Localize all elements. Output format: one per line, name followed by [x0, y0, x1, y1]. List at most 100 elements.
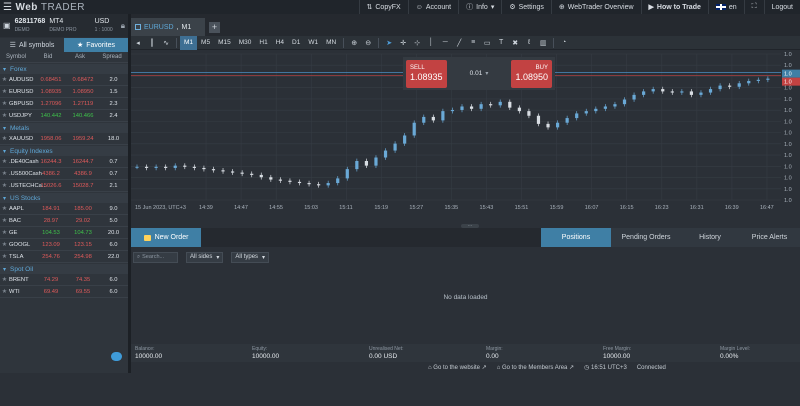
- symbol-group-header[interactable]: Forex: [0, 64, 128, 74]
- tab-price-alerts[interactable]: Price Alerts: [739, 228, 800, 247]
- line-chart-icon[interactable]: ∿: [159, 36, 173, 50]
- symbol-name: BRENT: [9, 277, 35, 283]
- channel-icon[interactable]: ≡: [466, 36, 480, 50]
- horizontal-line-icon[interactable]: ─: [438, 36, 452, 50]
- symbol-row[interactable]: ★GE104.53104.7320.0: [0, 227, 128, 239]
- favorite-star-icon[interactable]: ★: [0, 217, 9, 224]
- zoom-out-icon[interactable]: ⊖: [361, 36, 375, 50]
- symbol-row[interactable]: ★XAUUSD1958.061959.2418.0: [0, 133, 128, 145]
- candles-icon[interactable]: ┃: [145, 36, 159, 50]
- symbol-group-header[interactable]: Metals: [0, 123, 128, 133]
- sell-button[interactable]: SELL 1.08935: [406, 60, 447, 88]
- timeframe-m15[interactable]: M15: [214, 36, 235, 50]
- collapse-icon[interactable]: ◂: [131, 36, 145, 50]
- terminal-panel: ··· New Order Positions Pending Orders H…: [131, 227, 800, 373]
- vertical-line-icon[interactable]: │: [424, 36, 438, 50]
- chat-icon[interactable]: [111, 352, 122, 361]
- favorite-star-icon[interactable]: ★: [0, 170, 9, 177]
- overview-link[interactable]: ⊕WebTrader Overview: [551, 0, 641, 14]
- symbol-group-header[interactable]: Spot Oil: [0, 264, 128, 274]
- trendline-icon[interactable]: ╱: [452, 36, 466, 50]
- copyfx-link[interactable]: ⇅CopyFX: [359, 0, 408, 14]
- timeframe-h4[interactable]: H4: [272, 36, 288, 50]
- info-menu[interactable]: ⓘInfo▾: [458, 0, 501, 14]
- cursor-icon[interactable]: ➤: [382, 36, 396, 50]
- favorite-star-icon[interactable]: ★: [0, 205, 9, 212]
- symbol-group-header[interactable]: Equity Indexes: [0, 146, 128, 156]
- language-selector[interactable]: en: [708, 0, 744, 14]
- indicators-icon[interactable]: ℓ: [522, 36, 536, 50]
- tab-pending-orders[interactable]: Pending Orders: [611, 228, 681, 247]
- chart-tab-eurusd[interactable]: EURUSD, M1: [131, 18, 205, 36]
- col-symbol[interactable]: Symbol: [0, 54, 32, 60]
- col-ask[interactable]: Ask: [64, 54, 96, 60]
- favorite-star-icon[interactable]: ★: [0, 135, 9, 142]
- crosshair-icon[interactable]: ✛: [396, 36, 410, 50]
- account-label: Account: [426, 4, 451, 11]
- delete-objects-icon[interactable]: ✖: [508, 36, 522, 50]
- symbol-row[interactable]: ★AUDUSD0.684510.684722.0: [0, 74, 128, 86]
- logout-link[interactable]: Logout: [764, 0, 800, 14]
- text-icon[interactable]: T: [494, 36, 508, 50]
- symbol-row[interactable]: ★.USTECHCa...15026.615028.72.1: [0, 180, 128, 192]
- col-bid[interactable]: Bid: [32, 54, 64, 60]
- timeframe-w1[interactable]: W1: [304, 36, 322, 50]
- timeframe-d1[interactable]: D1: [288, 36, 304, 50]
- chart-props-icon[interactable]: ▥: [536, 36, 550, 50]
- symbol-row[interactable]: ★.DE40Cash16244.316244.70.7: [0, 156, 128, 168]
- tab-positions[interactable]: Positions: [541, 228, 611, 247]
- search-input[interactable]: ⌕Search...: [133, 252, 178, 263]
- symbol-row[interactable]: ★USDJPY140.442140.4662.4: [0, 110, 128, 122]
- favorite-star-icon[interactable]: ★: [0, 276, 9, 283]
- timeframe-h1[interactable]: H1: [255, 36, 271, 50]
- how-to-trade-link[interactable]: ▶How to Trade: [641, 0, 708, 14]
- symbol-row[interactable]: ★EURUSD1.089351.089501.5: [0, 86, 128, 98]
- symbol-row[interactable]: ★AAPL184.91185.009.0: [0, 203, 128, 215]
- tab-history[interactable]: History: [681, 228, 739, 247]
- rectangle-icon[interactable]: ▭: [480, 36, 494, 50]
- favorite-star-icon[interactable]: ★: [0, 253, 9, 260]
- favorite-star-icon[interactable]: ★: [0, 76, 9, 83]
- symbol-row[interactable]: ★BRENT74.2974.356.0: [0, 274, 128, 286]
- add-chart-button[interactable]: +: [209, 22, 220, 33]
- tab-all-symbols[interactable]: ☰All symbols: [0, 38, 64, 52]
- speedometer-icon[interactable]: ◔: [557, 36, 571, 50]
- types-filter[interactable]: All types▾: [231, 252, 269, 263]
- lock-icon[interactable]: 🔒︎: [121, 21, 125, 31]
- period-separator-icon[interactable]: ⊹: [410, 36, 424, 50]
- symbol-row[interactable]: ★.US500Cash4386.24386.90.7: [0, 168, 128, 180]
- favorite-star-icon[interactable]: ★: [0, 112, 9, 119]
- symbol-row[interactable]: ★GBPUSD1.270961.271192.3: [0, 98, 128, 110]
- favorite-star-icon[interactable]: ★: [0, 241, 9, 248]
- timeframe-m5[interactable]: M5: [197, 36, 214, 50]
- col-spread[interactable]: Spread: [96, 54, 128, 60]
- favorite-star-icon[interactable]: ★: [0, 158, 9, 165]
- account-panel[interactable]: ▣ 62811768 DEMO MT4 DEMO PRO USD 1 : 100…: [0, 14, 128, 37]
- symbol-row[interactable]: ★BAC28.9729.025.0: [0, 215, 128, 227]
- symbol-row[interactable]: ★TSLA254.76254.9822.0: [0, 251, 128, 263]
- account-menu[interactable]: ☺Account: [408, 0, 458, 14]
- buy-button[interactable]: BUY 1.08950: [511, 60, 552, 88]
- favorite-star-icon[interactable]: ★: [0, 182, 9, 189]
- app-logo: ☰ WebTRADER: [0, 2, 130, 13]
- timeframe-mn[interactable]: MN: [322, 36, 340, 50]
- fullscreen-button[interactable]: ⛶: [744, 0, 764, 14]
- members-area-link[interactable]: ⌂ Go to the Members Area ↗: [497, 364, 574, 371]
- zoom-in-icon[interactable]: ⊕: [347, 36, 361, 50]
- symbol-row[interactable]: ★GOOGL123.09123.156.0: [0, 239, 128, 251]
- tab-favorites[interactable]: ★Favorites: [64, 38, 128, 52]
- favorite-star-icon[interactable]: ★: [0, 229, 9, 236]
- timeframe-m1[interactable]: M1: [180, 36, 197, 50]
- website-link[interactable]: ⌂ Go to the website ↗: [428, 364, 487, 371]
- sides-filter[interactable]: All sides▾: [186, 252, 223, 263]
- favorite-star-icon[interactable]: ★: [0, 88, 9, 95]
- timeframe-m30[interactable]: M30: [235, 36, 256, 50]
- symbol-row[interactable]: ★WTI69.4969.556.0: [0, 286, 128, 298]
- gear-icon: ⚙: [509, 3, 515, 11]
- new-order-button[interactable]: New Order: [131, 228, 201, 247]
- symbol-group-header[interactable]: US Stocks: [0, 193, 128, 203]
- settings-menu[interactable]: ⚙Settings: [501, 0, 551, 14]
- favorite-star-icon[interactable]: ★: [0, 100, 9, 107]
- favorite-star-icon[interactable]: ★: [0, 288, 9, 295]
- lot-size-selector[interactable]: 0.01 ▾: [453, 70, 505, 77]
